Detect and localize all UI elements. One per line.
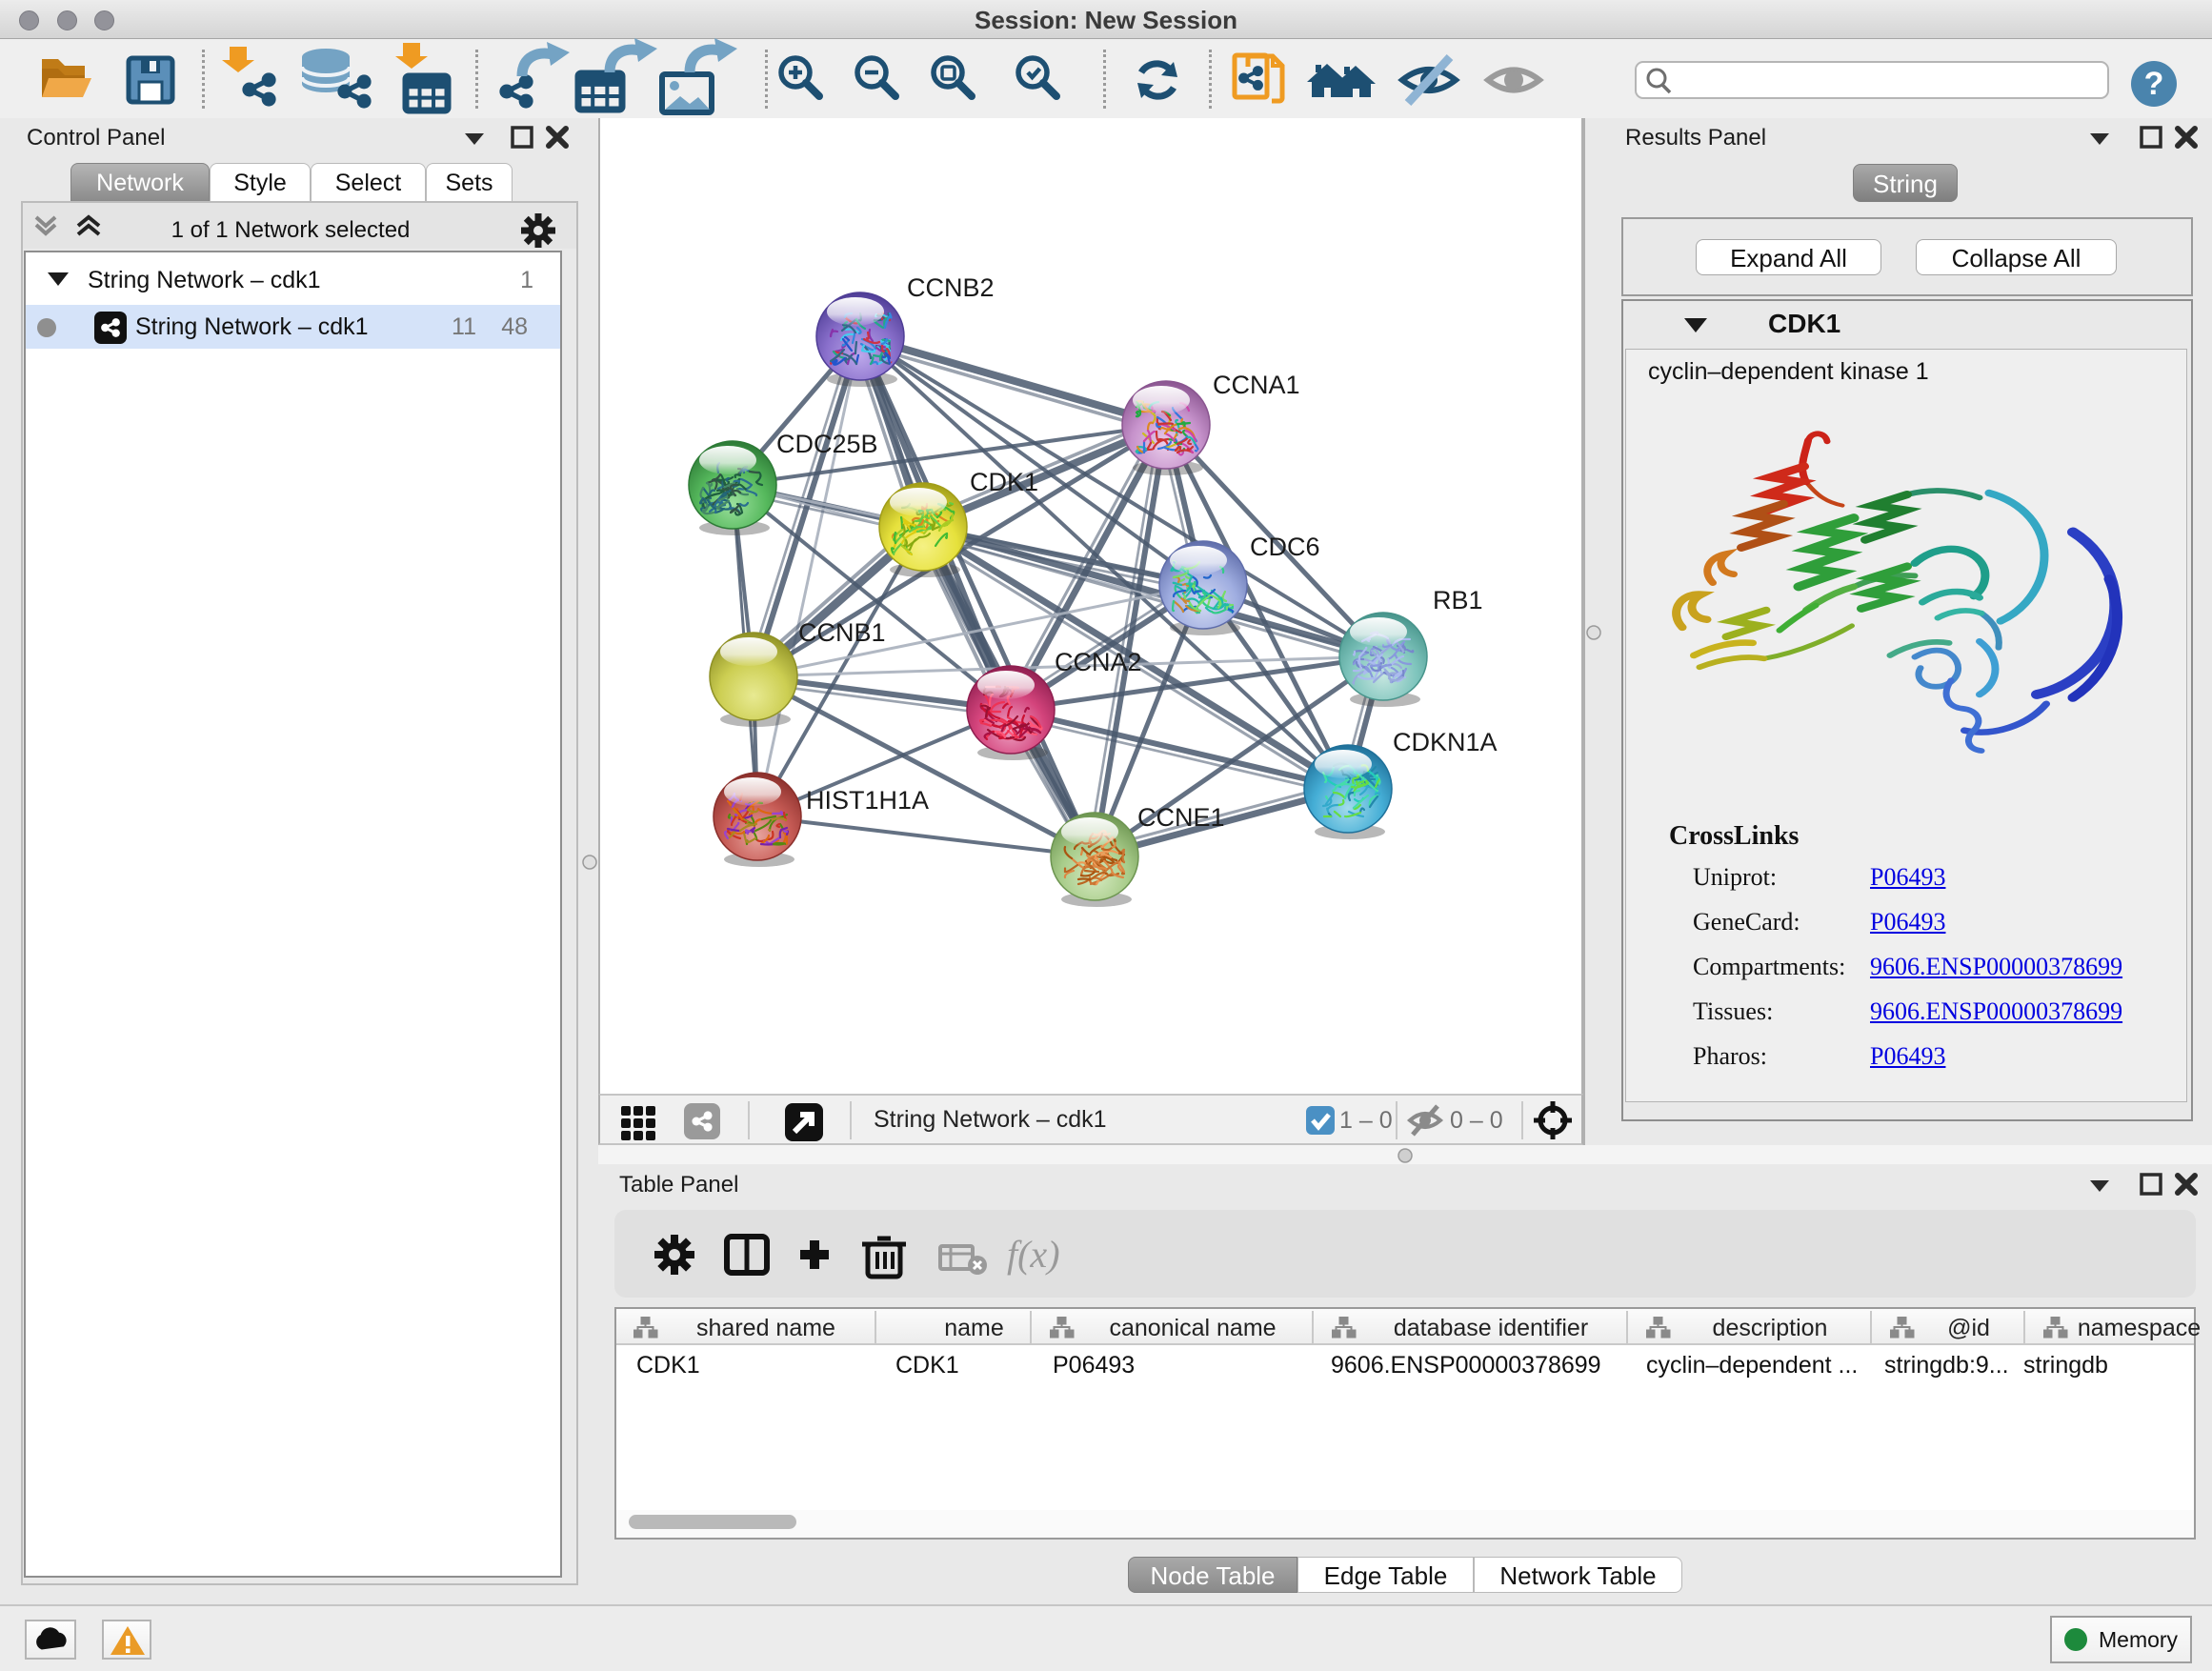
svg-text:HIST1H1A: HIST1H1A bbox=[806, 786, 929, 815]
svg-text:CCNA2: CCNA2 bbox=[1055, 648, 1142, 676]
svg-text:CDKN1A: CDKN1A bbox=[1393, 728, 1498, 756]
svg-text:CCNA1: CCNA1 bbox=[1213, 371, 1300, 399]
svg-text:CCNB2: CCNB2 bbox=[907, 273, 995, 302]
svg-text:RB1: RB1 bbox=[1433, 586, 1483, 614]
svg-text:CCNB1: CCNB1 bbox=[798, 618, 886, 647]
svg-text:CDC6: CDC6 bbox=[1250, 533, 1320, 561]
svg-text:?: ? bbox=[2144, 66, 2164, 102]
svg-text:f(x): f(x) bbox=[1007, 1233, 1060, 1276]
svg-text:CDK1: CDK1 bbox=[970, 468, 1038, 496]
svg-text:CCNE1: CCNE1 bbox=[1137, 803, 1225, 832]
svg-text:CDC25B: CDC25B bbox=[776, 430, 878, 458]
